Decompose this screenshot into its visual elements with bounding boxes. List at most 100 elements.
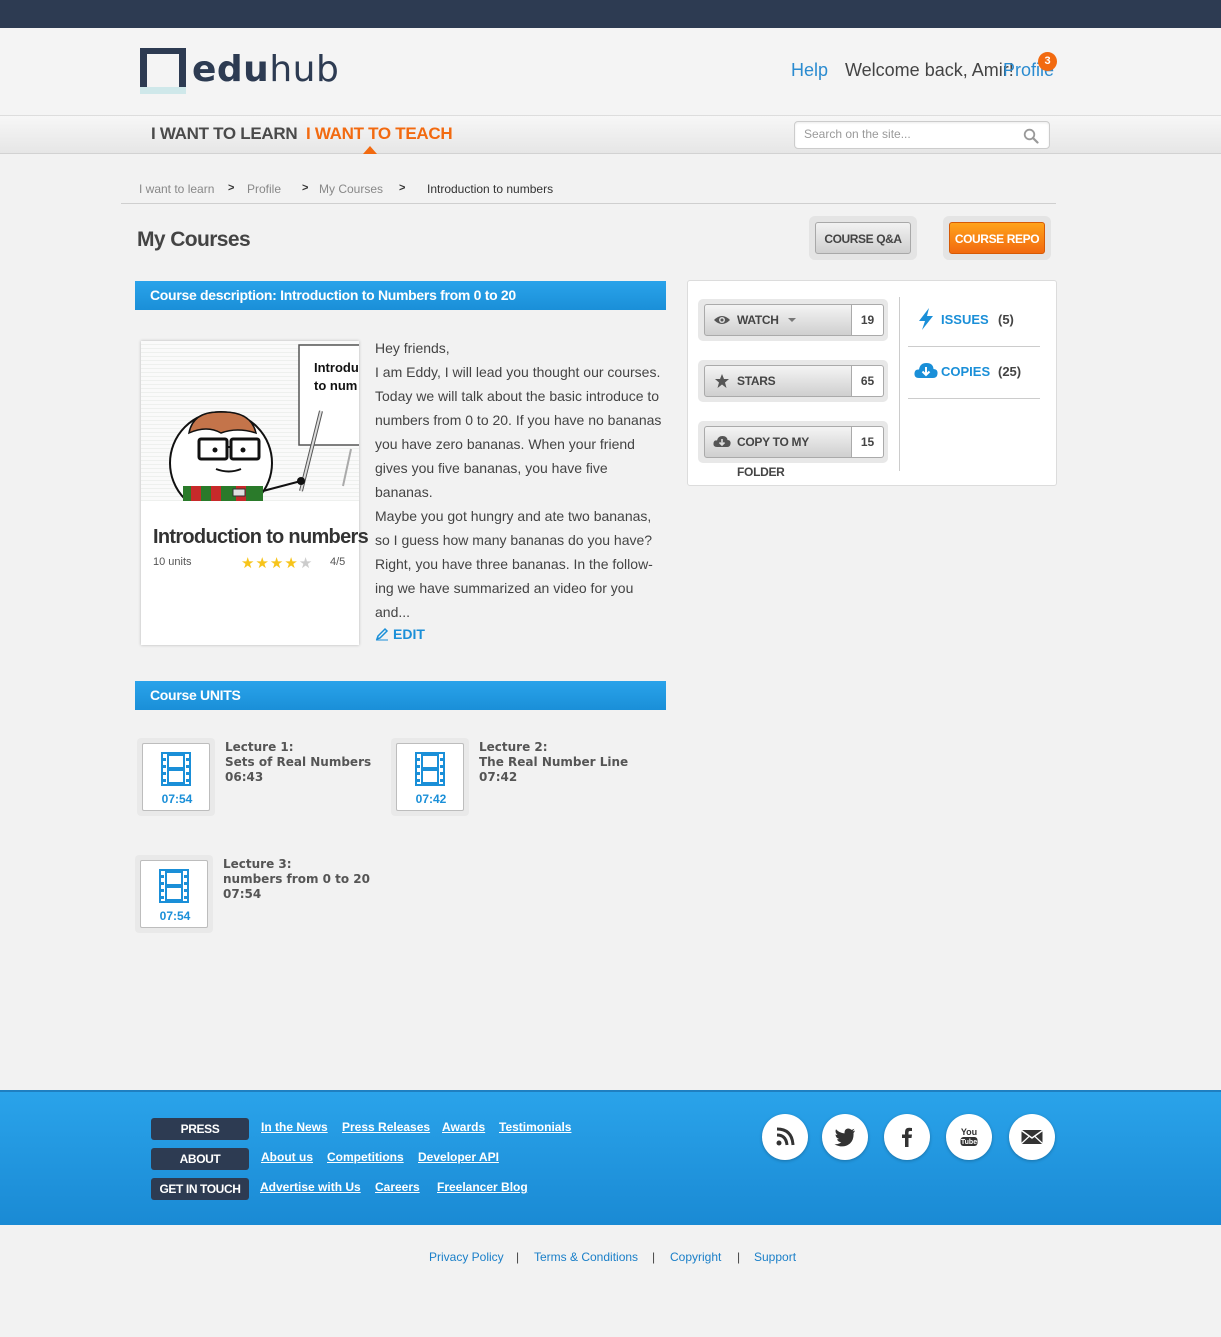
- pencil-icon: [375, 627, 389, 641]
- breadcrumb-chevron-icon: >: [399, 182, 406, 194]
- svg-text:Introdu: Introdu: [314, 360, 359, 375]
- unit-duration: 07:54: [159, 909, 191, 923]
- course-description: Hey friends, I am Eddy, I will lead you …: [375, 336, 667, 624]
- footer-link-about-us[interactable]: About us: [261, 1150, 313, 1164]
- unit-info: Lecture 2: The Real Number Line 07:42: [479, 740, 628, 785]
- watch-label: WATCH: [737, 313, 779, 327]
- footer-link-careers[interactable]: Careers: [375, 1180, 420, 1194]
- copy-to-folder-button[interactable]: COPY TO MY FOLDER: [704, 426, 852, 479]
- film-icon: [159, 869, 189, 903]
- star-icon: ★: [255, 554, 270, 572]
- eduhub-logo[interactable]: eduhub: [140, 48, 340, 98]
- page-title: My Courses: [137, 228, 251, 251]
- unit-time: 07:42: [479, 770, 518, 784]
- search-icon[interactable]: [1023, 128, 1039, 144]
- teacher-illustration: Introdu to num: [169, 344, 359, 501]
- svg-text:to num: to num: [314, 378, 357, 393]
- course-qa-button-wrap: COURSE Q&A: [809, 216, 917, 260]
- about-label: ABOUT: [151, 1148, 249, 1170]
- stars-label: STARS: [737, 374, 776, 388]
- facebook-button[interactable]: [884, 1114, 930, 1160]
- search-input[interactable]: [804, 127, 1014, 141]
- welcome-text: Welcome back, Amir!: [845, 60, 1014, 80]
- watch-count: 19: [852, 304, 884, 336]
- star-icon: ★: [241, 554, 256, 572]
- mail-button[interactable]: [1009, 1114, 1055, 1160]
- stats-divider: [899, 297, 900, 471]
- rating-stars: ★★★★★: [241, 554, 313, 572]
- copies-link[interactable]: COPIES (25): [908, 351, 1040, 399]
- unit-item[interactable]: 07:54 Lecture 3: numbers from 0 to 20 07…: [135, 855, 385, 935]
- logo-text: eduhub: [192, 49, 340, 90]
- unit-item[interactable]: 07:54 Lecture 1: Sets of Real Numbers 06…: [137, 738, 387, 818]
- stars-control: STARS 65: [698, 360, 888, 402]
- search-box: [794, 121, 1050, 149]
- stars-button[interactable]: STARS: [704, 365, 852, 397]
- nav-teach[interactable]: I WANT TO TEACH: [306, 124, 453, 144]
- unit-duration: 07:54: [161, 792, 193, 806]
- copyright-link[interactable]: Copyright: [670, 1250, 721, 1264]
- main-nav: I WANT TO LEARN I WANT TO TEACH: [0, 116, 1221, 154]
- breadcrumb-item[interactable]: I want to learn: [139, 182, 214, 196]
- active-nav-indicator: [363, 146, 377, 154]
- footer-link-developer-api[interactable]: Developer API: [418, 1150, 499, 1164]
- issues-link[interactable]: ISSUES (5): [908, 299, 1040, 347]
- course-stats-panel: WATCH 19 STARS 65 COPY TO MY FOLDER 15 I…: [687, 280, 1057, 486]
- unit-thumbnail: 07:42: [391, 738, 469, 816]
- lightning-icon: [919, 308, 933, 330]
- star-empty-icon: ★: [298, 554, 314, 572]
- cloud-download-icon: [914, 363, 938, 378]
- issues-count: (5): [998, 312, 1014, 327]
- footer-link-in-the-news[interactable]: In the News: [261, 1120, 328, 1134]
- facebook-icon: [902, 1127, 912, 1147]
- unit-thumbnail: 07:54: [137, 738, 215, 816]
- breadcrumb-item[interactable]: My Courses: [319, 182, 383, 196]
- chevron-down-icon: [787, 318, 796, 322]
- breadcrumb-item[interactable]: Profile: [247, 182, 281, 196]
- watch-button[interactable]: WATCH: [704, 304, 852, 336]
- youtube-button[interactable]: You Tube: [946, 1114, 992, 1160]
- edit-button[interactable]: EDIT: [375, 626, 425, 642]
- copy-label: COPY TO MY FOLDER: [737, 435, 809, 479]
- rss-button[interactable]: [762, 1114, 808, 1160]
- course-repo-button[interactable]: COURSE REPO: [949, 222, 1045, 254]
- privacy-policy-link[interactable]: Privacy Policy: [429, 1250, 504, 1264]
- twitter-button[interactable]: [822, 1114, 868, 1160]
- copy-count: 15: [852, 426, 884, 458]
- support-link[interactable]: Support: [754, 1250, 796, 1264]
- star-icon: [715, 374, 729, 388]
- breadcrumb-chevron-icon: >: [228, 182, 235, 194]
- course-qa-button[interactable]: COURSE Q&A: [815, 222, 911, 254]
- star-icon: ★: [284, 554, 299, 572]
- film-icon: [161, 752, 191, 786]
- youtube-icon: You Tube: [960, 1127, 978, 1146]
- stars-count: 65: [852, 365, 884, 397]
- unit-title: Sets of Real Numbers: [225, 755, 372, 769]
- footer-link-press-releases[interactable]: Press Releases: [342, 1120, 430, 1134]
- description-paragraph: Maybe you got hungry and ate two bananas…: [375, 508, 653, 620]
- unit-thumbnail-frame: 07:54: [142, 743, 210, 811]
- unit-item[interactable]: 07:42 Lecture 2: The Real Number Line 07…: [391, 738, 641, 818]
- breadcrumb-current: Introduction to numbers: [427, 182, 554, 196]
- eye-icon: [714, 316, 730, 324]
- footer-link-advertise[interactable]: Advertise with Us: [260, 1180, 361, 1194]
- footer-link-competitions[interactable]: Competitions: [327, 1150, 404, 1164]
- footer-link-testimonials[interactable]: Testimonials: [499, 1120, 571, 1134]
- footer-link-awards[interactable]: Awards: [442, 1120, 485, 1134]
- course-thumbnail: Introdu to num: [141, 341, 359, 501]
- nav-learn[interactable]: I WANT TO LEARN: [151, 124, 298, 144]
- notification-badge: 3: [1038, 52, 1057, 71]
- svg-text:Tube: Tube: [961, 1139, 977, 1146]
- course-card[interactable]: Introdu to num Introduction to numbers 1…: [141, 341, 369, 645]
- unit-thumbnail: 07:54: [135, 855, 213, 933]
- unit-lecture: Lecture 1:: [225, 740, 294, 754]
- course-units-count: 10 units: [153, 556, 192, 568]
- copies-label: COPIES: [941, 364, 991, 379]
- unit-lecture: Lecture 2:: [479, 740, 548, 754]
- help-link[interactable]: Help: [791, 60, 828, 81]
- mail-icon: [1021, 1129, 1043, 1144]
- unit-info: Lecture 1: Sets of Real Numbers 06:43: [225, 740, 371, 785]
- terms-link[interactable]: Terms & Conditions: [534, 1250, 638, 1264]
- footer-link-freelancer-blog[interactable]: Freelancer Blog: [437, 1180, 528, 1194]
- course-description-header: Course description: Introduction to Numb…: [135, 281, 666, 310]
